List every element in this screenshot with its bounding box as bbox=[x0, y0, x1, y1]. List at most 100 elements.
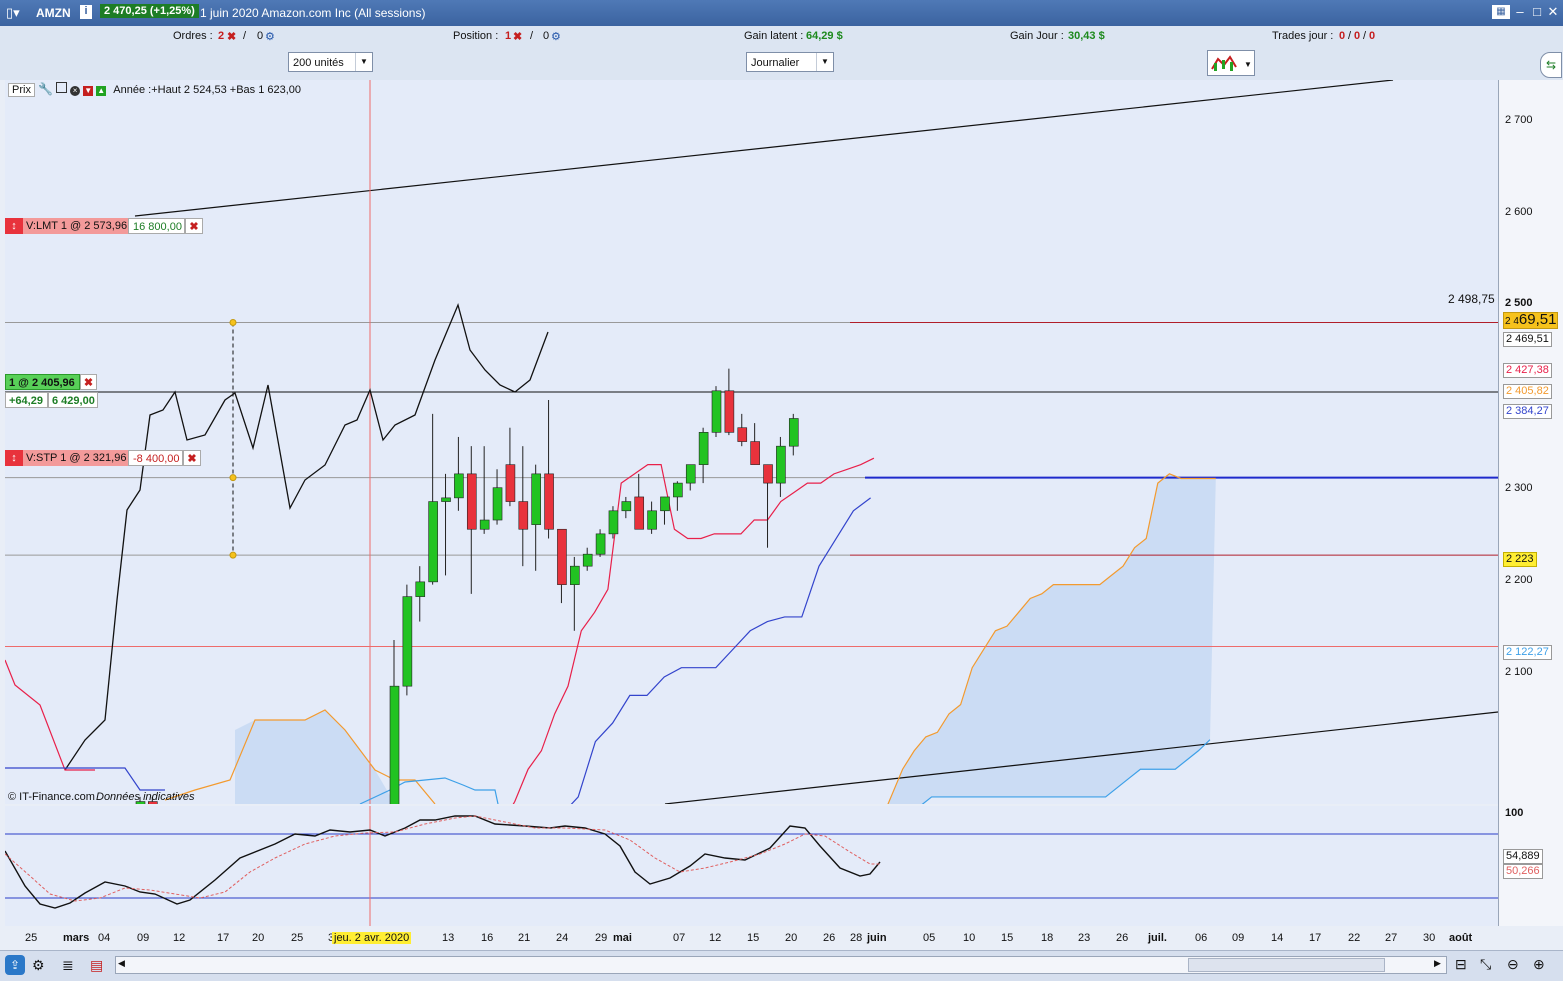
x-tick: 16 bbox=[481, 932, 494, 944]
candle bbox=[763, 464, 773, 548]
y-tick: 2 200 bbox=[1505, 574, 1533, 586]
orders-cancel-icon[interactable]: ✖ bbox=[227, 30, 236, 43]
move-up-icon[interactable]: ▲ bbox=[96, 86, 107, 96]
close-icon[interactable]: ✕ bbox=[1546, 5, 1560, 19]
title-bar: ▯▾ AMZN i 2 470,25 (+1,25%) 1 juin 2020 … bbox=[0, 0, 1563, 26]
x-tick: 30 bbox=[1423, 932, 1436, 944]
trades-value-0: 0 bbox=[1339, 30, 1346, 42]
position-zero: 0 bbox=[543, 30, 550, 42]
kijun-level: 2 384,27 bbox=[1503, 404, 1552, 419]
candle bbox=[750, 423, 760, 465]
tenkan-left bbox=[5, 659, 95, 771]
cursor-date-label: jeu. 2 avr. 2020 bbox=[332, 932, 412, 944]
candle-body bbox=[582, 553, 593, 567]
time-axis[interactable]: 25mars0409121720253jeu. 2 avr. 202071316… bbox=[5, 926, 1498, 948]
x-tick: 18 bbox=[1041, 932, 1054, 944]
position-close-icon[interactable]: ✖ bbox=[513, 30, 522, 43]
keyboard-icon[interactable]: ▦ bbox=[1492, 5, 1510, 19]
cloud-level: 2 122,27 bbox=[1503, 645, 1552, 660]
candle-body bbox=[492, 487, 503, 521]
position-count[interactable]: 1 bbox=[505, 30, 511, 42]
candle-body bbox=[724, 390, 735, 433]
chart-legend: Prix 🔧 × ▼ ▲ Année :+Haut 2 524,53 +Bas … bbox=[8, 82, 301, 97]
candle bbox=[608, 506, 619, 539]
stp-order-label[interactable]: V:STP 1 @ 2 321,96 bbox=[23, 450, 128, 466]
lmt-order-drag-handle[interactable]: ↕ bbox=[5, 218, 23, 234]
osc-value-2: 50,266 bbox=[1503, 864, 1543, 879]
chevron-down-icon[interactable]: ▼ bbox=[355, 53, 372, 71]
position-settings-icon[interactable]: ⚙ bbox=[551, 30, 561, 43]
units-select[interactable]: 200 unités ▼ bbox=[288, 52, 373, 72]
candle bbox=[428, 413, 438, 585]
trades-value-1: 0 bbox=[1354, 30, 1361, 42]
x-tick: 26 bbox=[1116, 932, 1129, 944]
orders-zero: 0 bbox=[257, 30, 264, 42]
candle-body bbox=[737, 427, 748, 442]
x-tick: 07 bbox=[673, 932, 686, 944]
chart-type-icon[interactable]: ▯▾ bbox=[6, 5, 20, 21]
copyright-label: © IT-Finance.com bbox=[8, 791, 95, 803]
candle-body bbox=[698, 432, 709, 465]
share-icon[interactable]: ⇪ bbox=[5, 955, 25, 975]
x-tick: 20 bbox=[785, 932, 798, 944]
kijun-line bbox=[570, 497, 871, 804]
side-panel-toggle-icon[interactable]: ⇆ bbox=[1540, 52, 1562, 78]
candle-body bbox=[673, 482, 683, 498]
orders-settings-icon[interactable]: ⚙ bbox=[265, 30, 275, 43]
stp-order-cancel-icon[interactable]: ✖ bbox=[183, 450, 201, 466]
candle bbox=[389, 640, 400, 804]
stp-order-drag-handle[interactable]: ↕ bbox=[5, 450, 23, 466]
bottom-toolbar: ⇪ ⚙ ≣ ▤ ◀ ▶ ⊟ ⤡ ⊖ ⊕ bbox=[0, 950, 1563, 981]
legend-prix[interactable]: Prix bbox=[8, 83, 35, 97]
period-select[interactable]: Journalier ▼ bbox=[746, 52, 834, 72]
indicator-picker-button[interactable]: ▼ bbox=[1207, 50, 1255, 76]
zoom-out-icon[interactable]: ⊖ bbox=[1507, 956, 1519, 973]
lmt-order-label[interactable]: V:LMT 1 @ 2 573,96 bbox=[23, 218, 128, 234]
remove-indicator-icon[interactable]: × bbox=[70, 86, 81, 96]
scrollbar-thumb[interactable] bbox=[1188, 958, 1385, 972]
candle-body bbox=[595, 533, 606, 555]
move-down-icon[interactable]: ▼ bbox=[83, 86, 94, 96]
x-tick: 27 bbox=[1385, 932, 1398, 944]
chevron-down-icon[interactable]: ▼ bbox=[816, 53, 833, 71]
scroll-right-icon[interactable]: ▶ bbox=[1434, 958, 1441, 969]
candle-body bbox=[454, 473, 464, 499]
candle bbox=[441, 473, 451, 576]
fit-icon[interactable]: ⤡ bbox=[1480, 956, 1491, 973]
price-chart[interactable] bbox=[5, 80, 1498, 804]
tools-icon[interactable]: ⚙ bbox=[32, 957, 45, 974]
gain-latent-label: Gain latent : bbox=[744, 30, 804, 42]
upper-trendline bbox=[134, 80, 1394, 217]
price-axis[interactable]: 2 700 2 600 2 500 2 300 2 200 2 100 2 46… bbox=[1498, 80, 1563, 926]
candle-body bbox=[428, 501, 438, 583]
ichimoku-cloud-left bbox=[235, 710, 395, 804]
x-tick: 22 bbox=[1348, 932, 1361, 944]
candle-body bbox=[479, 519, 490, 530]
wrench-icon[interactable]: 🔧 bbox=[38, 82, 53, 96]
maximize-icon[interactable]: □ bbox=[1530, 5, 1544, 19]
candle-body bbox=[788, 418, 799, 447]
zoom-in-icon[interactable]: ⊕ bbox=[1533, 956, 1545, 973]
horizontal-scrollbar[interactable]: ◀ ▶ bbox=[115, 956, 1447, 974]
orders-book-icon[interactable]: ▤ bbox=[90, 957, 103, 974]
candle bbox=[582, 547, 593, 571]
minimize-icon[interactable]: – bbox=[1513, 5, 1527, 19]
position-close-icon[interactable]: ✖ bbox=[80, 374, 97, 390]
position-label[interactable]: 1 @ 2 405,96 bbox=[5, 374, 80, 390]
candle-body bbox=[505, 464, 516, 502]
scroll-left-icon[interactable]: ◀ bbox=[118, 958, 125, 969]
info-icon[interactable]: i bbox=[80, 5, 92, 19]
stp-order-value: -8 400,00 bbox=[128, 450, 183, 466]
candle bbox=[788, 413, 799, 456]
x-tick: juil. bbox=[1148, 932, 1167, 944]
list-icon[interactable]: ≣ bbox=[62, 957, 74, 974]
y-tick: 2 500 bbox=[1505, 297, 1533, 309]
order-handle bbox=[229, 319, 237, 327]
symbol-label[interactable]: AMZN bbox=[36, 6, 71, 20]
donnees-indicatives-label: Données indicatives bbox=[96, 791, 195, 803]
oscillator-panel[interactable] bbox=[5, 806, 1498, 926]
zoom-out-range-icon[interactable]: ⊟ bbox=[1455, 956, 1467, 973]
lmt-order-cancel-icon[interactable]: ✖ bbox=[185, 218, 203, 234]
orders-count[interactable]: 2 bbox=[218, 30, 224, 42]
window-icon[interactable] bbox=[56, 82, 68, 93]
